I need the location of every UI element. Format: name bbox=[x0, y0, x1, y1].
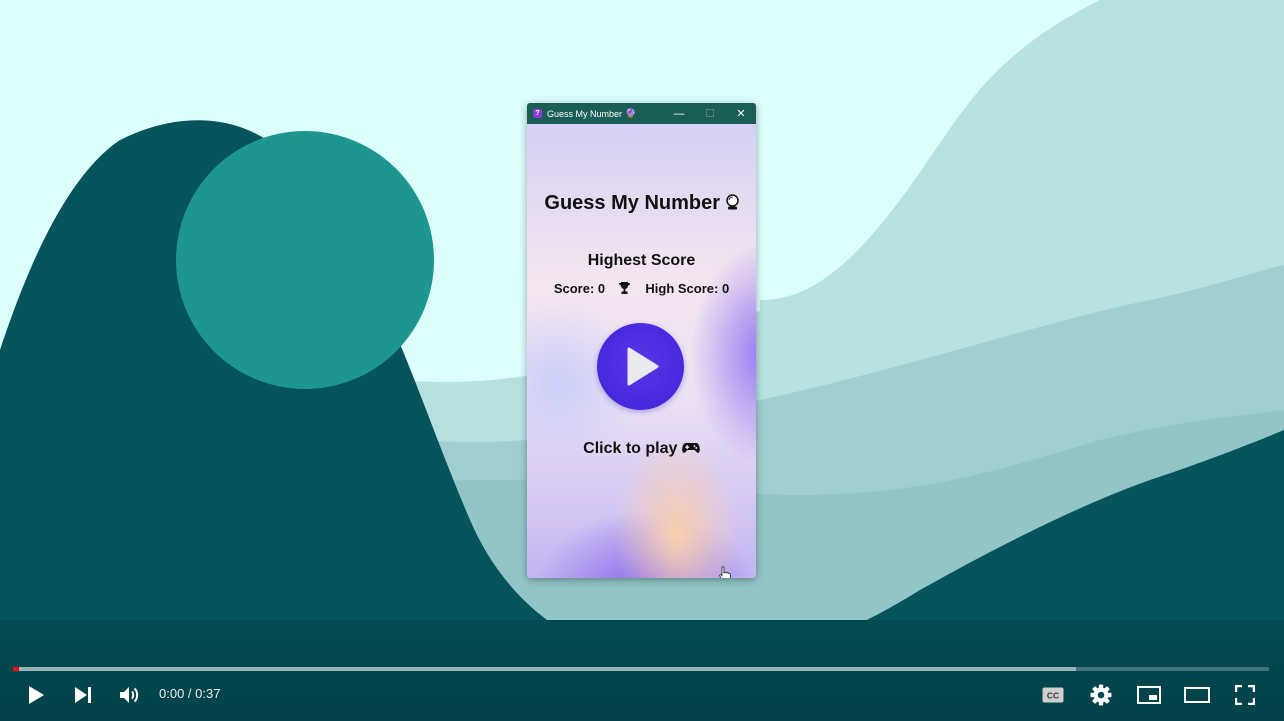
app-window: ? Guess My Number 🔮 — ☐ ✕ Guess My Numbe… bbox=[527, 103, 756, 578]
theater-mode-button[interactable] bbox=[1183, 681, 1211, 709]
current-score: Score: 0 bbox=[553, 281, 606, 296]
maximize-button[interactable]: ☐ bbox=[695, 103, 725, 124]
close-button[interactable]: ✕ bbox=[726, 103, 756, 124]
fullscreen-button[interactable] bbox=[1231, 681, 1259, 709]
game-title-text: Guess My Number bbox=[544, 192, 721, 214]
high-score: High Score: 0 bbox=[645, 281, 730, 296]
play-icon bbox=[627, 347, 659, 386]
svg-text:CC: CC bbox=[1047, 691, 1059, 701]
theater-mode-icon bbox=[1184, 687, 1210, 703]
time-display: 0:00 / 0:37 bbox=[159, 686, 221, 701]
fullscreen-icon bbox=[1235, 685, 1255, 705]
settings-button[interactable] bbox=[1087, 681, 1115, 709]
score-line: Score: 0 High Score: 0 bbox=[527, 281, 756, 296]
progress-buffered bbox=[13, 667, 1076, 671]
captions-icon: CC bbox=[1042, 687, 1064, 703]
miniplayer-icon bbox=[1137, 686, 1161, 704]
window-title: Guess My Number bbox=[547, 108, 623, 119]
game-controller-icon bbox=[682, 443, 700, 453]
next-icon bbox=[75, 687, 91, 703]
question-mark-icon: ? bbox=[533, 109, 542, 118]
play-button[interactable] bbox=[22, 681, 50, 709]
crystal-ball-icon: 🔮 bbox=[625, 108, 637, 118]
miniplayer-button[interactable] bbox=[1135, 681, 1163, 709]
hand-cursor-icon bbox=[719, 566, 731, 578]
mute-button[interactable] bbox=[116, 681, 144, 709]
start-game-button[interactable] bbox=[597, 323, 731, 578]
trophy-icon bbox=[618, 282, 630, 294]
highest-score-heading: Highest Score bbox=[587, 252, 696, 269]
play-icon bbox=[29, 686, 44, 704]
window-titlebar[interactable]: ? Guess My Number 🔮 — ☐ ✕ bbox=[527, 103, 756, 124]
volume-icon bbox=[120, 687, 139, 703]
minimize-button[interactable]: — bbox=[664, 103, 694, 124]
click-to-play-label: Click to play bbox=[527, 440, 756, 458]
captions-button[interactable]: CC bbox=[1039, 681, 1067, 709]
next-button[interactable] bbox=[69, 681, 97, 709]
game-title: Guess My Number bbox=[527, 192, 756, 215]
click-to-play-text: Click to play bbox=[583, 440, 678, 457]
crystal-ball-icon bbox=[725, 194, 739, 210]
progress-played bbox=[13, 667, 19, 671]
gear-icon bbox=[1090, 684, 1112, 706]
game-screen: Guess My Number Highest Score Score: 0 H… bbox=[527, 124, 756, 578]
